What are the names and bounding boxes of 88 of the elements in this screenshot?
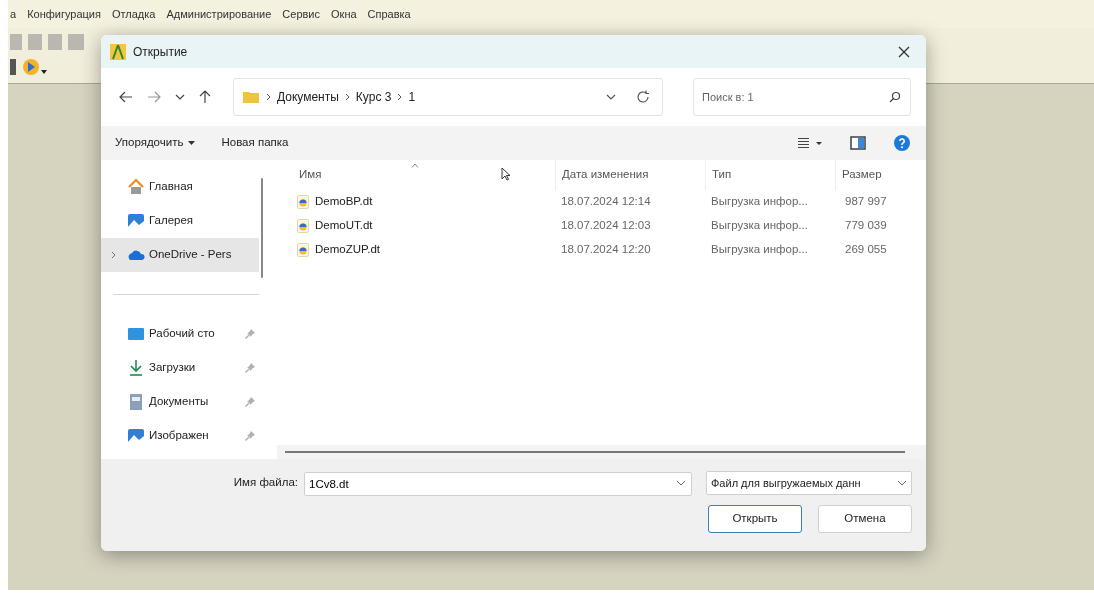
compass-icon <box>109 42 127 61</box>
file-size: 779 039 <box>844 218 888 234</box>
pin-icon[interactable] <box>245 363 255 373</box>
up-arrow-icon[interactable] <box>199 90 211 104</box>
address-bar[interactable]: Документы Курс 3 1 <box>233 78 663 116</box>
cancel-button[interactable]: Отмена <box>818 505 912 533</box>
back-arrow-icon[interactable] <box>119 91 133 103</box>
forward-arrow-icon[interactable] <box>147 91 161 103</box>
chevron-right-icon <box>397 93 403 101</box>
file-date: 18.07.2024 12:03 <box>560 218 652 234</box>
sidebar-label: Галерея <box>149 213 194 229</box>
document-icon <box>127 393 145 411</box>
filename-label: Имя файла: <box>233 475 298 491</box>
breadcrumb-item[interactable]: Курс 3 <box>355 88 392 106</box>
sidebar-item[interactable]: Документы <box>101 385 259 419</box>
file-name[interactable]: DemoZUP.dt <box>315 241 380 259</box>
sidebar-item[interactable]: Главная <box>101 170 259 204</box>
toolbar-command[interactable]: Упорядочить <box>115 134 196 152</box>
file-size: 987 997 <box>844 194 888 210</box>
play-icon[interactable] <box>22 58 48 76</box>
menu-item[interactable]: Администрирование <box>164 5 274 23</box>
chevron-down-icon[interactable] <box>606 93 616 101</box>
sidebar-item[interactable]: Загрузки <box>101 351 259 385</box>
menu-item[interactable]: Окна <box>329 5 359 23</box>
search-field[interactable]: Поиск в: 1 <box>693 78 911 116</box>
help-icon[interactable] <box>894 135 910 151</box>
sidebar-label: Загрузки <box>149 360 196 376</box>
file-type: Выгрузка инфор... <box>710 218 809 234</box>
file-date: 18.07.2024 12:14 <box>560 194 652 210</box>
file-name[interactable]: DemoBP.dt <box>315 193 373 211</box>
folder-icon <box>242 90 260 104</box>
picture-icon <box>127 427 145 445</box>
caret-icon <box>188 141 196 145</box>
refresh-icon[interactable] <box>636 90 650 104</box>
close-icon <box>898 45 910 58</box>
sidebar-label: Рабочий сто <box>149 326 215 342</box>
file-icon <box>297 219 309 233</box>
pin-icon[interactable] <box>245 397 255 407</box>
file-type: Выгрузка инфор... <box>710 194 809 210</box>
chevron-right-icon <box>266 93 271 101</box>
sidebar-item[interactable]: OneDrive - Pers <box>101 238 259 272</box>
menu-item[interactable]: Конфигурация <box>25 5 103 23</box>
preview-pane-icon[interactable] <box>850 136 866 150</box>
column-header[interactable]: Размер <box>835 160 915 190</box>
download-icon <box>127 359 145 377</box>
desktop-icon <box>127 325 145 343</box>
pin-icon[interactable] <box>245 329 255 339</box>
column-header[interactable]: Имя <box>277 160 555 190</box>
sort-caret-icon <box>411 163 419 168</box>
menu-item[interactable]: Сервис <box>280 5 322 23</box>
expand-chevron-icon[interactable] <box>111 251 116 259</box>
sidebar-label: Изображен <box>149 428 209 444</box>
pin-icon[interactable] <box>245 431 255 441</box>
sidebar-item[interactable]: Изображен <box>101 419 259 453</box>
menu-item[interactable]: Отладка <box>109 5 158 23</box>
view-list-icon[interactable] <box>798 137 822 149</box>
dialog-title: Открытие <box>133 43 188 61</box>
menu-item[interactable]: а <box>8 5 19 23</box>
open-button[interactable]: Открыть <box>708 505 802 533</box>
chevron-down-icon <box>897 479 907 487</box>
scrollbar-thumb[interactable] <box>261 178 263 278</box>
file-size: 269 055 <box>844 242 888 258</box>
file-date: 18.07.2024 12:20 <box>560 242 652 258</box>
file-type: Выгрузка инфор... <box>710 242 809 258</box>
column-header[interactable]: Дата изменения <box>555 160 705 190</box>
chevron-down-icon <box>676 479 686 487</box>
breadcrumb-item[interactable]: Документы <box>277 88 339 106</box>
sidebar-label: OneDrive - Pers <box>149 247 232 263</box>
sidebar-item[interactable]: Галерея <box>101 204 259 238</box>
sidebar-label: Главная <box>149 179 193 195</box>
sidebar-label: Документы <box>149 394 209 410</box>
column-header[interactable]: Тип <box>705 160 835 190</box>
file-icon <box>297 243 309 257</box>
chevron-right-icon <box>344 93 350 101</box>
house-icon <box>127 178 145 196</box>
chevron-down-icon[interactable] <box>175 93 185 101</box>
search-icon <box>889 91 901 103</box>
file-icon <box>297 195 309 209</box>
menu-item[interactable]: Справка <box>365 5 413 23</box>
sidebar-item[interactable]: Рабочий сто <box>101 317 259 351</box>
picture-icon <box>127 212 145 230</box>
filename-field[interactable]: 1Cv8.dt <box>304 472 692 496</box>
horizontal-scrollbar-thumb[interactable] <box>285 451 905 453</box>
toolbar-command[interactable]: Новая папка <box>221 134 289 152</box>
file-type-dropdown[interactable]: Файл для выгружаемых данн <box>706 471 912 495</box>
file-name[interactable]: DemoUT.dt <box>315 217 373 235</box>
breadcrumb-item[interactable]: 1 <box>408 88 416 106</box>
mouse-pointer-icon <box>501 167 511 181</box>
